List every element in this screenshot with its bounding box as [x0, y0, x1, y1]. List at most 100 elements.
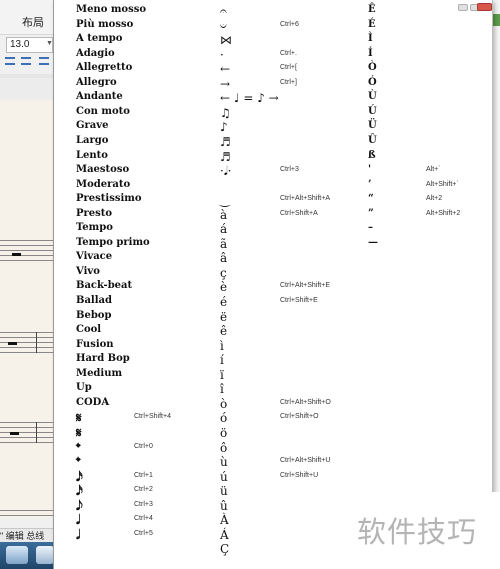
menu-item-label[interactable]: ô — [220, 441, 227, 455]
menu-item-label[interactable]: ì — [220, 339, 224, 353]
menu-item-label[interactable]: ♬ — [220, 135, 231, 149]
menu-item-label[interactable]: ã — [220, 237, 227, 251]
menu-item-label[interactable]: Andante — [76, 91, 123, 102]
menu-item-label[interactable]: ♪ — [220, 120, 228, 134]
menu-item-label[interactable]: Presto — [76, 208, 112, 219]
menu-item-label[interactable]: ë — [220, 310, 227, 324]
align-center-icon[interactable] — [21, 57, 31, 65]
menu-item-label[interactable]: ü — [220, 484, 228, 498]
menu-item-label[interactable]: Ú — [368, 106, 377, 117]
menu-item-label[interactable]: Vivo — [76, 266, 100, 277]
menu-item-label[interactable]: Allegro — [76, 77, 117, 88]
menu-item-label[interactable]: Ò — [368, 62, 377, 73]
menu-item-label[interactable]: Ó — [368, 77, 377, 88]
menu-item-label[interactable]: Fusion — [76, 339, 114, 350]
menu-item-label[interactable]: Con moto — [76, 106, 130, 117]
menu-item-label[interactable]: – — [368, 222, 373, 233]
menu-item-label[interactable]: Tempo primo — [76, 237, 150, 248]
menu-item-label[interactable]: Í — [368, 48, 373, 59]
menu-item-label[interactable]: Ballad — [76, 295, 112, 306]
menu-item-label[interactable]: ú — [220, 470, 228, 484]
menu-item-label[interactable]: Largo — [76, 135, 108, 146]
menu-item-label[interactable]: Vivace — [76, 251, 112, 262]
align-left-icon[interactable] — [5, 57, 15, 65]
start-button[interactable] — [6, 546, 28, 564]
align-right-icon[interactable] — [39, 57, 49, 65]
scroll-handle[interactable] — [492, 14, 500, 26]
menu-item-label[interactable]: Ì — [368, 33, 373, 44]
score-canvas[interactable] — [0, 100, 54, 518]
menu-item-label[interactable]: 𝄋 — [76, 411, 82, 426]
menu-item-label[interactable]: Maestoso — [76, 164, 129, 175]
menu-item-label[interactable]: â — [220, 251, 227, 265]
menu-item-label[interactable]: À — [220, 513, 229, 527]
menu-item-label[interactable]: Hard Bop — [76, 353, 130, 364]
menu-item-label[interactable]: Prestissimo — [76, 193, 142, 204]
menu-item-label[interactable]: A tempo — [76, 33, 122, 44]
menu-item-label[interactable]: Up — [76, 382, 92, 393]
menu-item-label[interactable]: Cool — [76, 324, 101, 335]
menu-item-label[interactable]: “ — [368, 193, 374, 204]
menu-item-label[interactable]: Ù — [368, 91, 377, 102]
menu-item-label[interactable]: 𝄌 — [76, 441, 81, 456]
menu-item-label[interactable]: ← — [220, 62, 230, 76]
menu-item-label[interactable]: Á — [220, 528, 229, 542]
menu-item-label[interactable]: 𝄌 — [76, 455, 81, 470]
menu-item-label[interactable]: é — [220, 295, 227, 309]
menu-item-label[interactable]: 𝅗𝅥 — [76, 528, 80, 543]
menu-item-label[interactable]: ç — [220, 266, 227, 280]
menu-item-label[interactable]: ” — [368, 208, 374, 219]
menu-item-label[interactable]: ♬ — [220, 150, 231, 164]
menu-item-label[interactable]: û — [220, 499, 228, 513]
menu-item-label[interactable]: ‿ — [220, 193, 230, 207]
menu-item-label[interactable]: ò — [220, 397, 227, 411]
menu-item-label[interactable]: ß — [368, 150, 376, 161]
menu-item-label[interactable]: ï — [220, 368, 224, 382]
menu-item-label[interactable]: Meno mosso — [76, 4, 146, 15]
menu-item-label[interactable]: — — [368, 237, 378, 248]
menu-item-label[interactable]: 𝅘𝅥𝅯 — [76, 484, 83, 499]
menu-item-label[interactable]: Più mosso — [76, 19, 133, 30]
taskbar-app-button[interactable] — [36, 546, 54, 564]
ribbon-tab-layout[interactable]: 布局 — [22, 14, 44, 30]
menu-item-label[interactable]: Lento — [76, 150, 108, 161]
menu-item-label[interactable]: Moderato — [76, 179, 130, 190]
menu-item-label[interactable]: Grave — [76, 120, 108, 131]
minimize-icon[interactable] — [458, 4, 468, 11]
menu-item-label[interactable]: Ü — [368, 120, 377, 131]
menu-item-label[interactable]: É — [368, 19, 376, 30]
menu-item-label[interactable]: ← ♩ = ♪ → — [220, 91, 279, 105]
menu-item-label[interactable]: 𝄑 — [220, 19, 227, 34]
menu-item-label[interactable]: Û — [368, 135, 377, 146]
menu-item-label[interactable]: Back-beat — [76, 280, 132, 291]
menu-item-label[interactable]: Tempo — [76, 222, 113, 233]
menu-item-label[interactable]: 𝄋 — [76, 426, 82, 441]
menu-item-label[interactable]: ' — [368, 164, 371, 175]
menu-item-label[interactable]: ⋈ — [220, 33, 232, 47]
menu-item-label[interactable]: ’ — [368, 179, 371, 190]
menu-item-label[interactable]: Medium — [76, 368, 122, 379]
close-icon[interactable] — [477, 3, 492, 11]
menu-item-label[interactable]: · — [220, 48, 224, 62]
menu-item-label[interactable]: ♫ — [220, 106, 231, 120]
menu-item-label[interactable]: → — [220, 77, 230, 91]
menu-item-label[interactable]: Bebop — [76, 310, 111, 321]
menu-item-label[interactable]: Ç — [220, 542, 229, 556]
menu-item-label[interactable]: è — [220, 280, 227, 294]
menu-item-label[interactable]: Adagio — [76, 48, 115, 59]
menu-item-label[interactable]: î — [220, 382, 224, 396]
menu-item-label[interactable]: Ê — [368, 4, 376, 15]
menu-item-label[interactable]: á — [220, 222, 227, 236]
menu-item-label[interactable]: 𝄐 — [220, 4, 227, 19]
menu-item-label[interactable]: ö — [220, 426, 227, 440]
menu-item-label[interactable]: ê — [220, 324, 227, 338]
menu-item-label[interactable]: ·𝅘𝅥· — [220, 164, 231, 179]
menu-item-label[interactable]: 𝅘𝅥𝅯 — [76, 470, 83, 485]
menu-item-label[interactable]: à — [220, 208, 227, 222]
menu-item-label[interactable]: Allegretto — [76, 62, 132, 73]
menu-item-label[interactable]: ù — [220, 455, 228, 469]
menu-item-label[interactable]: CODA — [76, 397, 109, 408]
menu-item-label[interactable]: 𝅘𝅥𝅮 — [76, 499, 83, 514]
menu-item-label[interactable]: ó — [220, 411, 227, 425]
menu-item-label[interactable]: 𝅘𝅥 — [76, 513, 80, 528]
